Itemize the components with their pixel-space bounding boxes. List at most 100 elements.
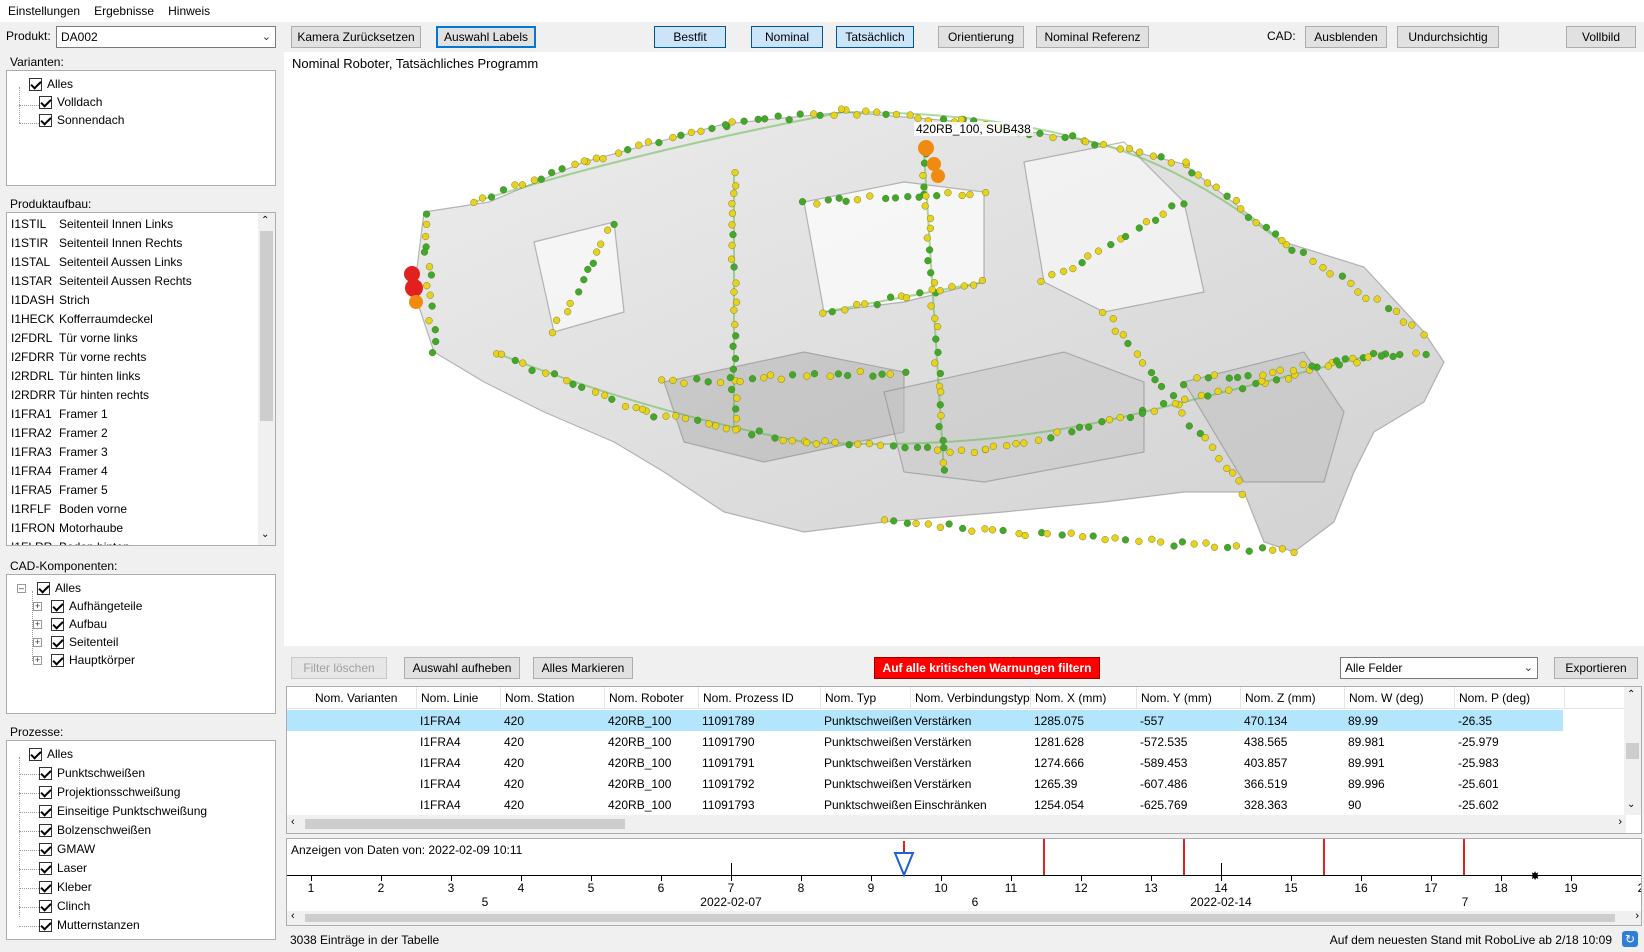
weld-point[interactable] [731,321,739,329]
weld-point[interactable] [569,380,577,388]
weld-point[interactable] [601,391,609,399]
weld-point[interactable] [926,224,935,232]
weld-point[interactable] [564,308,572,316]
car-body-model[interactable] [284,52,1644,646]
weld-point[interactable] [798,198,807,206]
weld-point[interactable] [816,111,824,120]
weld-point[interactable] [497,350,506,358]
weld-point[interactable] [736,377,744,386]
cad-root-item[interactable]: – Alles [17,579,81,597]
weld-point[interactable] [591,388,600,396]
scrollbar-thumb[interactable] [1626,743,1639,759]
weld-point[interactable] [1037,277,1045,286]
column-header[interactable]: Nom. Y (mm) [1137,687,1241,709]
weld-point[interactable] [981,525,989,533]
scroll-up-icon[interactable]: ⌃ [1627,689,1635,700]
weld-point[interactable] [876,441,885,449]
column-header[interactable]: Nom. Verbindungstyp [911,687,1031,709]
weld-point[interactable] [935,423,943,431]
cad-item[interactable]: + Aufbau [33,615,107,633]
collapse-icon[interactable]: – [17,583,26,593]
weld-point[interactable] [1238,490,1246,499]
critical-warnings-filter-button[interactable]: Auf alle kritischen Warnungen filtern [874,657,1100,679]
weld-point[interactable] [499,186,508,194]
product-structure-row[interactable]: I1STIR Seitenteil Innen Rechts [11,234,182,252]
weld-point[interactable] [878,370,886,378]
weld-point[interactable] [886,293,895,301]
weld-point[interactable] [1422,350,1430,359]
weld-point[interactable] [548,329,557,337]
weld-point[interactable] [932,335,940,343]
table-row[interactable]: I1FRA4 420 420RB_100 11091791 Punktschweißen… [287,752,1563,773]
weld-point[interactable] [1262,223,1271,232]
weld-point[interactable] [921,202,929,210]
weld-point[interactable] [530,176,539,184]
product-structure-row[interactable]: I2RDRL Tür hinten links [11,367,140,385]
weld-point[interactable] [1079,533,1087,541]
weld-point[interactable] [1197,391,1206,400]
weld-point[interactable] [901,444,909,452]
weld-point[interactable] [873,108,881,116]
weld-point[interactable] [563,377,571,385]
weld-point[interactable] [1324,362,1332,370]
weld-point[interactable] [716,378,725,387]
weld-point[interactable] [732,182,740,190]
checkbox-checked-icon[interactable] [29,747,42,761]
weld-point[interactable] [1059,267,1068,276]
weld-point[interactable] [890,517,898,525]
weld-point[interactable] [1159,210,1167,218]
process-item[interactable]: GMAW [39,840,95,858]
weld-point[interactable] [760,374,768,382]
weld-point[interactable] [940,466,949,474]
weld-point[interactable] [1238,385,1247,393]
weld-point[interactable] [722,425,731,433]
weld-point[interactable] [615,149,623,157]
weld-point[interactable] [755,427,763,435]
weld-point[interactable] [904,193,912,201]
weld-point[interactable] [1069,265,1077,273]
weld-point[interactable] [1204,392,1212,400]
mark-all-button[interactable]: Alles Markieren [533,657,633,679]
weld-point[interactable] [593,248,601,256]
scrollbar-thumb[interactable] [260,231,273,421]
weld-point[interactable] [1098,308,1107,317]
weld-point[interactable] [999,526,1007,535]
weld-point[interactable] [919,171,927,180]
timeline[interactable]: Anzeigen von Daten von: 2022-02-09 10:11… [286,838,1642,926]
weld-point[interactable] [604,226,612,234]
weld-point[interactable] [693,375,701,383]
weld-point[interactable] [1288,246,1296,254]
weld-point[interactable] [1373,295,1381,303]
weld-point[interactable] [1290,548,1298,557]
weld-point[interactable] [748,431,756,439]
scroll-left-icon[interactable]: ‹ [291,910,295,922]
checkbox-checked-icon[interactable] [39,804,52,818]
weld-point[interactable] [946,448,954,456]
weld-point[interactable] [1099,140,1108,149]
weld-point[interactable] [578,383,586,391]
weld-point[interactable] [771,434,779,442]
weld-point[interactable] [1105,416,1114,424]
weld-point[interactable] [989,442,998,450]
weld-point[interactable] [1271,230,1280,238]
variant-item[interactable]: Sonnendach [39,111,124,129]
weld-point[interactable] [948,283,956,291]
weld-point[interactable] [1151,376,1159,384]
checkbox-checked-icon[interactable] [39,899,52,913]
weld-point[interactable] [1124,339,1132,348]
weld-point[interactable] [1157,382,1166,391]
column-header[interactable]: Nom. Linie [417,687,501,709]
weld-point[interactable] [1182,158,1190,166]
weld-point[interactable] [886,370,894,378]
process-item[interactable]: Kleber [39,878,92,896]
weld-point[interactable] [1347,279,1355,288]
weld-point[interactable] [729,342,737,350]
weld-point[interactable] [425,263,434,271]
checkbox-checked-icon[interactable] [39,785,52,799]
weld-point[interactable] [912,519,920,528]
weld-point[interactable] [945,520,953,528]
weld-point[interactable] [854,440,862,448]
weld-point[interactable] [1151,216,1160,224]
weld-point[interactable] [789,371,797,379]
process-item[interactable]: Einseitige Punktschweißung [39,802,207,820]
